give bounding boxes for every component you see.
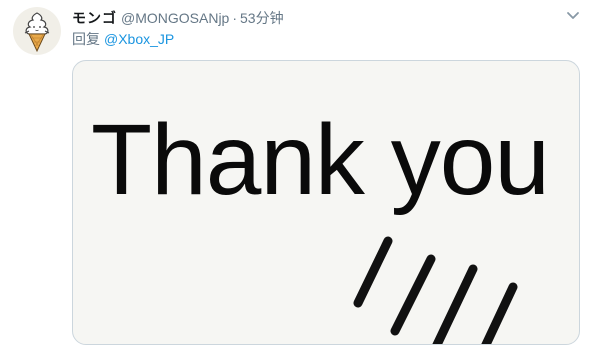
tweet-header: モンゴ @MONGOSANjp · 53分钟	[72, 9, 284, 27]
chevron-down-icon[interactable]	[566, 10, 580, 22]
image-caption-text: Thank you	[91, 104, 550, 216]
reply-label: 回复	[72, 31, 100, 47]
tweet: モンゴ @MONGOSANjp · 53分钟 回复 @Xbox_JP Thank …	[0, 0, 589, 352]
hand-drawn-strokes-icon	[353, 236, 518, 344]
display-name[interactable]: モンゴ	[72, 9, 117, 27]
tweet-image[interactable]: Thank you	[72, 60, 580, 345]
reply-context: 回复 @Xbox_JP	[72, 30, 174, 48]
separator-dot: ·	[232, 10, 238, 26]
soft-serve-ice-cream-icon	[24, 12, 50, 53]
timestamp[interactable]: 53分钟	[240, 9, 284, 27]
reply-mention-link[interactable]: @Xbox_JP	[104, 31, 174, 47]
avatar[interactable]	[13, 7, 61, 55]
user-handle[interactable]: @MONGOSANjp	[121, 9, 229, 27]
